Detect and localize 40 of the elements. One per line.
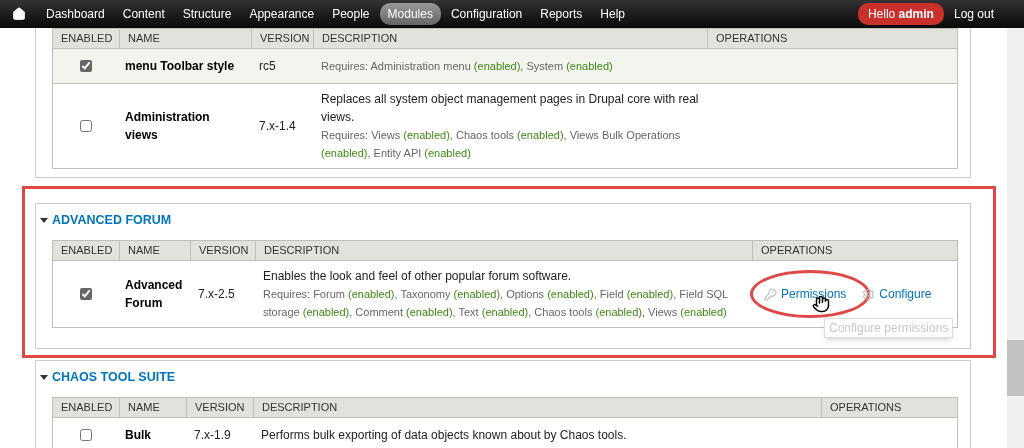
module-name: menu Toolbar style xyxy=(125,58,235,75)
collapse-caret-icon[interactable] xyxy=(40,374,48,380)
section-title[interactable]: CHAOS TOOL SUITE xyxy=(52,367,176,387)
toolbar-menu-item[interactable]: Appearance xyxy=(241,3,323,25)
enable-checkbox[interactable] xyxy=(80,120,92,132)
enable-checkbox[interactable] xyxy=(80,60,92,72)
module-version: 7.x-1.4 xyxy=(259,118,296,135)
module-version: rc5 xyxy=(259,58,276,75)
module-version: 7.x-2.5 xyxy=(198,286,235,303)
collapse-caret-icon[interactable] xyxy=(40,217,48,223)
module-name: Administration views xyxy=(125,109,211,144)
toolbar-menu-item[interactable]: Configuration xyxy=(442,3,531,25)
module-name: Advanced Forum xyxy=(125,277,184,312)
requirements-text: Requires: Administration menu (enabled), System (enabled) xyxy=(321,59,614,74)
toolbar-menu-item[interactable]: Structure xyxy=(174,3,240,25)
enable-checkbox[interactable] xyxy=(80,288,92,300)
home-icon[interactable] xyxy=(12,7,26,21)
permissions-link[interactable]: Permissions xyxy=(764,285,847,303)
scrollbar-thumb[interactable] xyxy=(1007,340,1024,396)
module-description: Performs bulk exporting of data objects known about by Chaos tools. xyxy=(261,427,628,444)
toolbar-menu-item[interactable]: Content xyxy=(114,3,173,25)
module-name: Bulk xyxy=(125,427,151,444)
logout-link[interactable]: Log out xyxy=(953,5,994,23)
requirements-text: Requires: Views (enabled), Chaos tools (enabled), Views Bulk Operations (enabled), Entity API (enabled) xyxy=(321,128,682,161)
toolbar-menu-item[interactable]: Dashboard xyxy=(38,3,113,25)
enable-checkbox[interactable] xyxy=(80,429,92,441)
configure-link[interactable]: Configure xyxy=(862,285,932,303)
module-description: Replaces all system object management pages in Drupal core with real views. xyxy=(321,91,699,126)
module-version: 7.x-1.9 xyxy=(194,427,231,444)
user-greeting-badge[interactable]: Hello admin xyxy=(857,3,944,25)
gear-icon xyxy=(862,287,876,301)
toolbar-menu-item[interactable]: Reports xyxy=(532,3,591,25)
module-description: Enables the look and feel of other popular forum software. xyxy=(263,268,573,285)
toolbar-menu-item[interactable]: Help xyxy=(592,3,633,25)
section-title[interactable]: ADVANCED FORUM xyxy=(52,210,172,230)
toolbar-menu-item[interactable]: People xyxy=(324,3,378,25)
requirements-text: Requires: Forum (enabled), Taxonomy (enabled), Options (enabled), Field (enabled), Field SQL storage (enabled), Comment (enabled), Text (enabled), Chaos tools (enabled), Views (enabled) xyxy=(263,287,729,320)
toolbar-menu-item[interactable]: Modules xyxy=(379,3,441,25)
key-icon xyxy=(764,287,777,301)
scrollbar[interactable] xyxy=(1007,28,1024,448)
